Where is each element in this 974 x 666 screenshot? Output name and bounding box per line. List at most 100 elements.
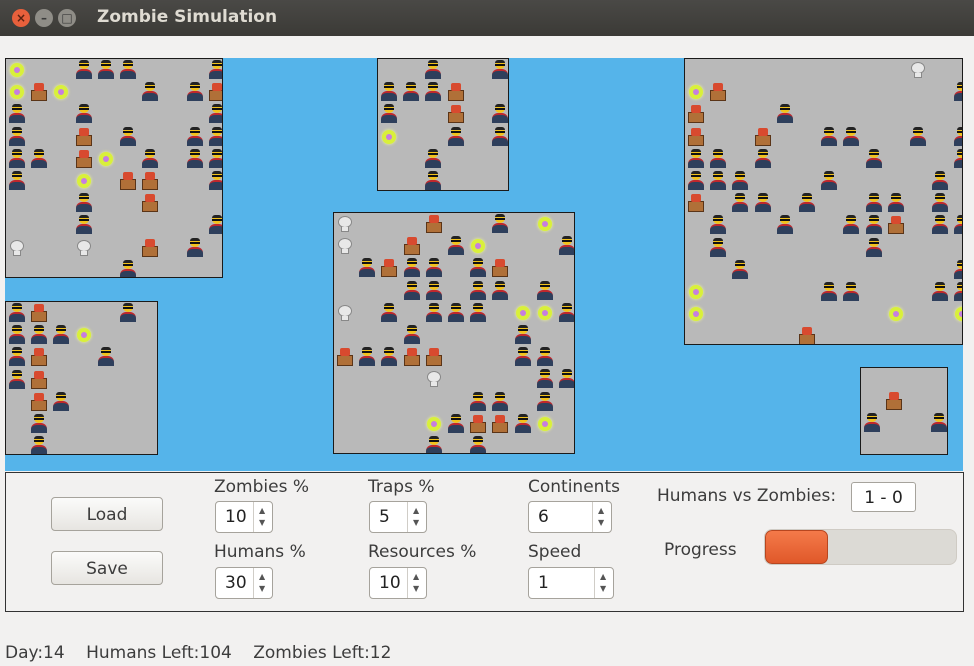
human-icon	[513, 347, 533, 367]
human-icon	[118, 126, 138, 147]
human-icon	[490, 126, 508, 147]
human-icon	[952, 259, 962, 280]
humans-percent-label: Humans %	[214, 542, 306, 562]
human-icon	[423, 60, 443, 80]
skull-icon	[335, 236, 355, 256]
skull-icon	[908, 60, 928, 80]
decrement-icon[interactable]: ▼	[600, 585, 606, 593]
human-icon	[207, 104, 222, 124]
minimize-window-button[interactable]: –	[35, 9, 53, 27]
human-icon	[207, 60, 222, 80]
human-icon	[908, 126, 928, 147]
human-icon	[930, 215, 950, 235]
human-icon	[423, 148, 443, 169]
load-button[interactable]: Load	[51, 497, 163, 531]
human-icon	[864, 215, 884, 235]
human-icon	[468, 436, 488, 453]
zombie-icon	[886, 304, 906, 324]
human-icon	[29, 436, 49, 454]
human-icon	[557, 369, 574, 389]
zombies-percent-label: Zombies %	[214, 477, 309, 497]
speed-spinner[interactable]: 1 ▲ ▼	[528, 567, 614, 599]
speed-label: Speed	[528, 542, 582, 562]
skull-icon	[7, 238, 27, 258]
speed-value: 1	[538, 573, 549, 593]
skull-icon	[74, 238, 94, 258]
human-icon	[185, 237, 205, 258]
human-icon	[7, 325, 27, 345]
human-icon	[207, 215, 222, 235]
zombies-percent-spinner[interactable]: 10 ▲ ▼	[215, 501, 273, 533]
human-icon	[424, 436, 444, 453]
resource-icon	[29, 392, 49, 412]
continent-1	[5, 58, 223, 278]
decrement-icon[interactable]: ▼	[413, 519, 419, 527]
resource-icon	[402, 347, 422, 367]
human-icon	[930, 282, 950, 302]
human-icon	[841, 126, 861, 147]
increment-icon[interactable]: ▲	[259, 573, 265, 581]
increment-icon[interactable]: ▲	[600, 573, 606, 581]
day-counter: Day:14	[5, 643, 65, 663]
resource-icon	[490, 414, 510, 434]
human-icon	[51, 325, 71, 345]
human-icon	[468, 391, 488, 412]
human-icon	[686, 171, 706, 191]
increment-icon[interactable]: ▲	[413, 507, 419, 515]
score-value: 1 - 0	[851, 482, 916, 512]
human-icon	[708, 237, 728, 258]
zombie-icon	[686, 82, 706, 102]
human-icon	[118, 303, 138, 323]
human-icon	[775, 104, 795, 124]
human-icon	[557, 236, 574, 256]
human-icon	[74, 60, 94, 80]
increment-icon[interactable]: ▲	[259, 507, 265, 515]
traps-percent-spinner[interactable]: 5 ▲ ▼	[369, 501, 427, 533]
decrement-icon[interactable]: ▼	[598, 519, 604, 527]
resource-icon	[686, 193, 706, 213]
resource-icon	[424, 347, 444, 367]
increment-icon[interactable]: ▲	[598, 507, 604, 515]
world-map	[5, 58, 963, 471]
human-icon	[864, 148, 884, 169]
humans-percent-spinner[interactable]: 30 ▲ ▼	[215, 567, 273, 599]
human-icon	[775, 215, 795, 235]
human-icon	[886, 193, 906, 213]
close-window-button[interactable]: ×	[12, 9, 30, 27]
human-icon	[730, 171, 750, 191]
resource-icon	[379, 258, 399, 278]
zombie-icon	[74, 325, 94, 345]
human-icon	[96, 60, 116, 80]
resource-icon	[797, 326, 817, 344]
human-icon	[357, 258, 377, 278]
human-icon	[490, 280, 510, 301]
human-icon	[841, 282, 861, 302]
zombie-icon	[952, 304, 962, 324]
human-icon	[7, 369, 27, 390]
decrement-icon[interactable]: ▼	[259, 585, 265, 593]
decrement-icon[interactable]: ▼	[413, 585, 419, 593]
increment-icon[interactable]: ▲	[413, 573, 419, 581]
human-icon	[402, 280, 422, 301]
maximize-window-button[interactable]: □	[58, 9, 76, 27]
human-icon	[535, 280, 555, 301]
human-icon	[423, 82, 443, 102]
save-button[interactable]: Save	[51, 551, 163, 585]
zombie-icon	[74, 171, 94, 191]
zombie-icon	[379, 127, 399, 147]
human-icon	[424, 280, 444, 301]
decrement-icon[interactable]: ▼	[259, 519, 265, 527]
resource-icon	[402, 236, 422, 256]
human-icon	[952, 282, 962, 302]
continents-spinner[interactable]: 6 ▲ ▼	[528, 501, 612, 533]
traps-percent-label: Traps %	[368, 477, 435, 497]
resource-icon	[753, 127, 773, 147]
human-icon	[424, 302, 444, 323]
zombie-icon	[686, 282, 706, 302]
human-icon	[952, 215, 962, 235]
resources-percent-spinner[interactable]: 10 ▲ ▼	[369, 567, 427, 599]
window-titlebar: × – □ Zombie Simulation	[0, 0, 974, 36]
zombie-icon	[7, 60, 27, 80]
resource-icon	[686, 104, 706, 124]
human-icon	[686, 148, 706, 169]
